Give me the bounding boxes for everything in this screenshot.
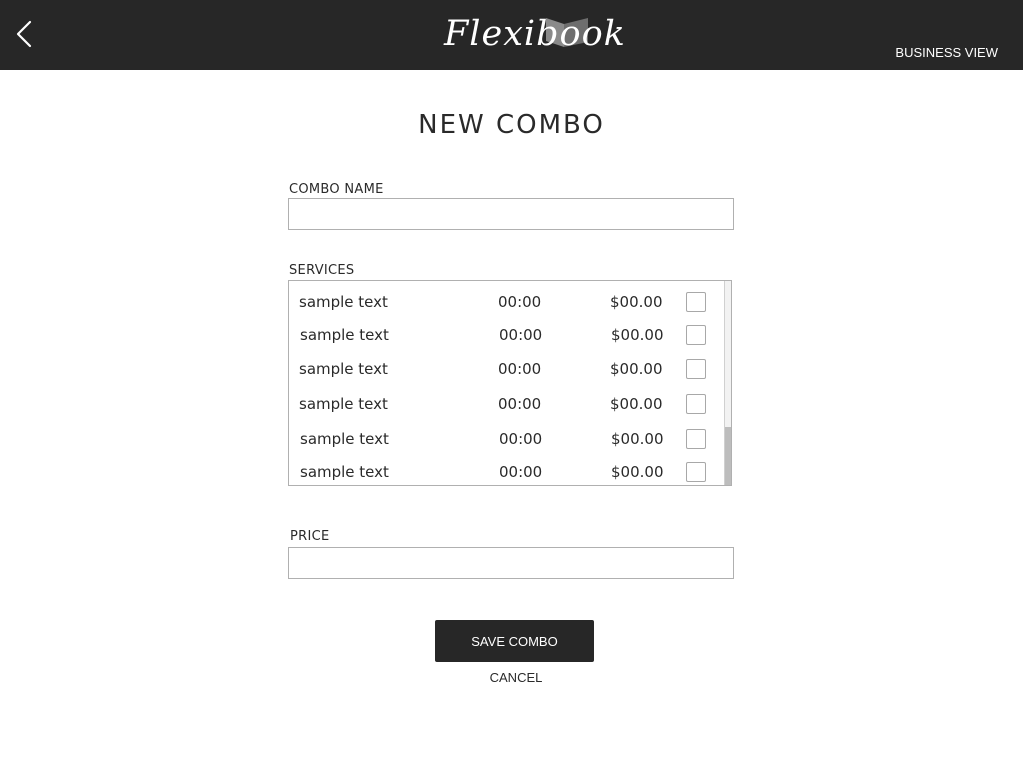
service-checkbox[interactable] <box>686 325 706 345</box>
service-row: sample text 00:00 $00.00 <box>289 352 725 386</box>
service-duration: 00:00 <box>499 463 543 481</box>
service-duration: 00:00 <box>498 395 542 413</box>
service-price: $00.00 <box>610 293 663 311</box>
top-bar: Flexibook BUSINESS VIEW <box>0 0 1023 70</box>
save-combo-button[interactable]: SAVE COMBO <box>435 620 594 662</box>
page-title: NEW COMBO <box>418 110 605 140</box>
services-scrollbar[interactable] <box>724 281 731 485</box>
scrollbar-thumb[interactable] <box>725 427 731 485</box>
service-price: $00.00 <box>611 430 664 448</box>
service-name: sample text <box>299 360 388 378</box>
service-price: $00.00 <box>610 360 663 378</box>
service-row: sample text 00:00 $00.00 <box>290 455 726 485</box>
services-list[interactable]: sample text 00:00 $00.00 sample text 00:… <box>288 280 732 486</box>
service-name: sample text <box>300 463 389 481</box>
business-view-link[interactable]: BUSINESS VIEW <box>895 45 998 60</box>
service-duration: 00:00 <box>498 360 542 378</box>
service-checkbox[interactable] <box>686 462 706 482</box>
combo-name-input[interactable] <box>288 198 734 230</box>
service-price: $00.00 <box>611 463 664 481</box>
service-row: sample text 00:00 $00.00 <box>290 422 726 456</box>
service-row: sample text 00:00 $00.00 <box>289 387 725 421</box>
service-price: $00.00 <box>610 395 663 413</box>
logo-text: Flexibook <box>444 14 626 54</box>
service-name: sample text <box>300 430 389 448</box>
service-price: $00.00 <box>611 326 664 344</box>
service-duration: 00:00 <box>498 293 542 311</box>
service-duration: 00:00 <box>499 326 543 344</box>
app-logo: Flexibook <box>440 10 625 58</box>
price-input[interactable] <box>288 547 734 579</box>
service-row: sample text 00:00 $00.00 <box>289 285 725 319</box>
back-button[interactable] <box>10 16 40 52</box>
chevron-left-icon <box>16 20 32 48</box>
price-label: PRICE <box>290 529 330 544</box>
service-checkbox[interactable] <box>686 429 706 449</box>
service-row: sample text 00:00 $00.00 <box>290 318 726 352</box>
cancel-button[interactable]: CANCEL <box>0 670 1023 685</box>
service-name: sample text <box>300 326 389 344</box>
service-checkbox[interactable] <box>686 394 706 414</box>
service-name: sample text <box>299 293 388 311</box>
service-checkbox[interactable] <box>686 292 706 312</box>
service-duration: 00:00 <box>499 430 543 448</box>
service-name: sample text <box>299 395 388 413</box>
service-checkbox[interactable] <box>686 359 706 379</box>
services-label: SERVICES <box>289 263 355 278</box>
combo-name-label: COMBO NAME <box>289 182 384 197</box>
